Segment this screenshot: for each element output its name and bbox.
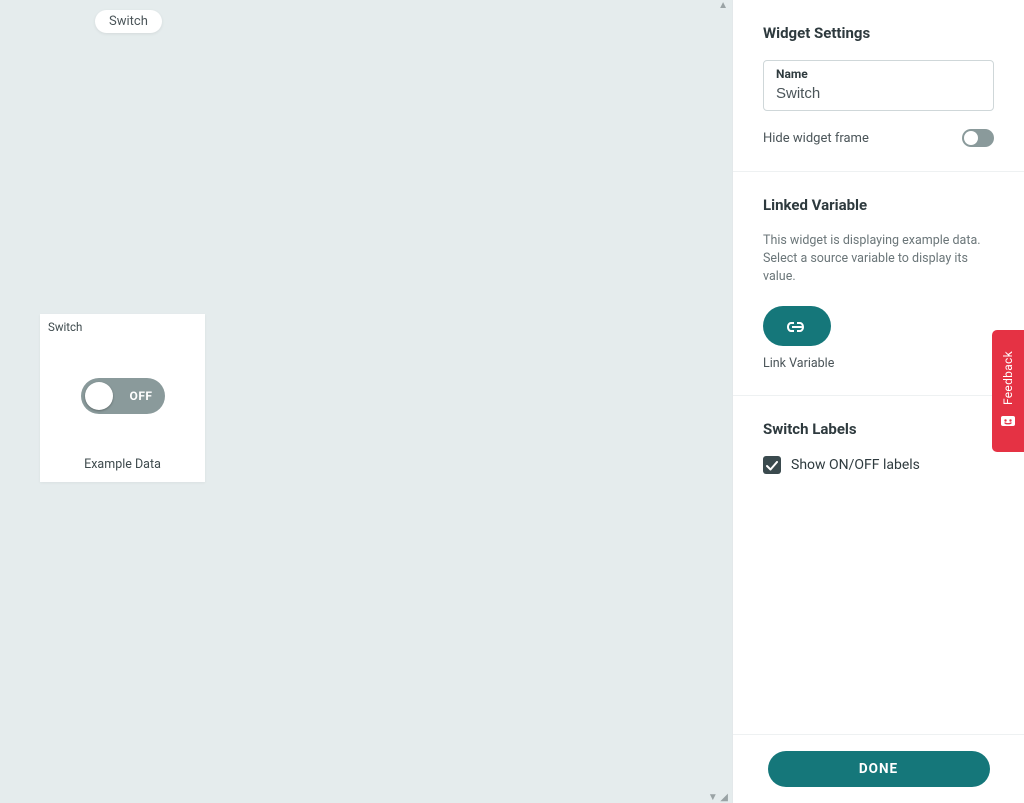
done-button-label: DONE: [859, 761, 898, 777]
name-field-wrap[interactable]: Name: [763, 60, 994, 111]
hide-frame-toggle[interactable]: [962, 129, 994, 147]
check-icon: [766, 456, 778, 475]
switch-widget-card[interactable]: Switch OFF Example Data: [40, 314, 205, 482]
feedback-label: Feedback: [1001, 351, 1015, 405]
widget-tooltip: Switch: [95, 10, 162, 33]
section-linked-variable: Linked Variable This widget is displayin…: [733, 172, 1024, 396]
linked-variable-description: This widget is displaying example data. …: [763, 232, 994, 286]
panel-footer: DONE: [733, 734, 1024, 803]
feedback-icon: [999, 413, 1017, 431]
name-field-label: Name: [776, 67, 981, 81]
switch-state-label: OFF: [130, 389, 153, 403]
name-input[interactable]: [776, 85, 981, 102]
settings-panel-body: Widget Settings Name Hide widget frame L…: [733, 0, 1024, 734]
scroll-indicator-down: ▼ ◢: [708, 792, 728, 803]
hide-frame-toggle-knob: [964, 131, 978, 145]
feedback-tab[interactable]: Feedback: [992, 330, 1024, 452]
done-button[interactable]: DONE: [768, 751, 990, 787]
widget-title: Switch: [40, 314, 205, 334]
heading-linked-variable: Linked Variable: [763, 196, 994, 214]
example-data-label: Example Data: [40, 457, 205, 482]
heading-switch-labels: Switch Labels: [763, 420, 994, 438]
show-labels-checkbox[interactable]: [763, 456, 781, 474]
switch-control[interactable]: OFF: [81, 378, 165, 414]
link-variable-caption: Link Variable: [763, 356, 994, 371]
section-widget-settings: Widget Settings Name Hide widget frame: [733, 0, 1024, 172]
show-labels-row: Show ON/OFF labels: [763, 456, 994, 474]
hide-frame-label: Hide widget frame: [763, 131, 869, 146]
heading-widget-settings: Widget Settings: [763, 24, 994, 42]
app-root: ▲ Switch Switch OFF Example Data ▼ ◢ Wid…: [0, 0, 1024, 803]
link-icon: [787, 317, 807, 336]
switch-knob: [85, 382, 113, 410]
show-labels-text: Show ON/OFF labels: [791, 457, 920, 473]
settings-panel: Widget Settings Name Hide widget frame L…: [732, 0, 1024, 803]
section-switch-labels: Switch Labels Show ON/OFF labels: [733, 396, 1024, 498]
widget-body: OFF: [40, 334, 205, 457]
scroll-indicator-up: ▲: [718, 0, 728, 11]
hide-frame-row: Hide widget frame: [763, 129, 994, 147]
link-variable-button[interactable]: [763, 306, 831, 346]
widget-tooltip-label: Switch: [109, 14, 148, 29]
canvas-area[interactable]: ▲ Switch Switch OFF Example Data ▼ ◢: [0, 0, 732, 803]
